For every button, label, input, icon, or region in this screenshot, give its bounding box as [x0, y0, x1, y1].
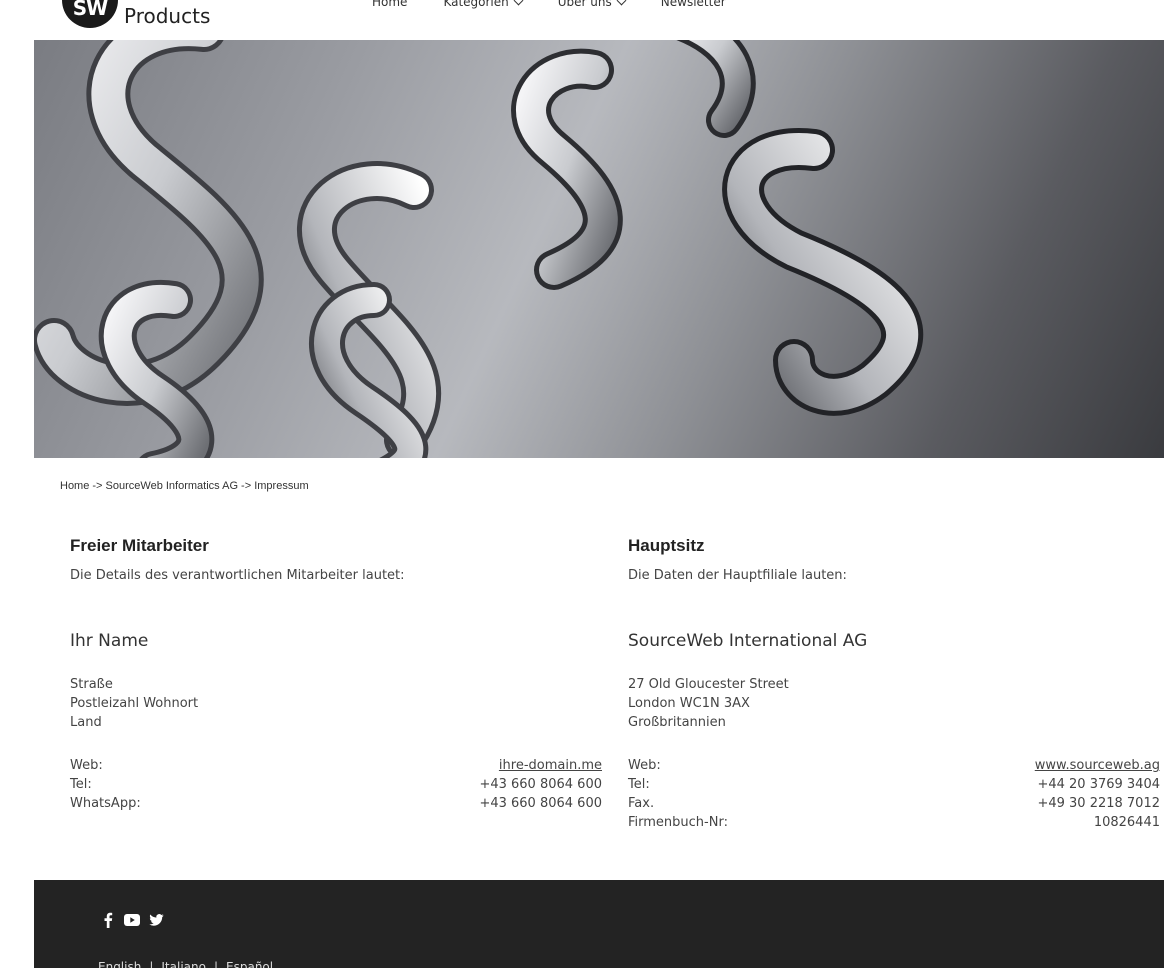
address-line: London WC1N 3AX [628, 696, 750, 711]
chevron-down-icon [616, 0, 627, 5]
logo[interactable]: SW [62, 0, 118, 28]
contact-freier-mitarbeiter: Freier Mitarbeiter Die Details des veran… [70, 536, 602, 813]
contact-details: Web: www.sourceweb.ag Tel: +44 20 3769 3… [628, 756, 1160, 832]
contact-row-whatsapp: WhatsApp: +43 660 8064 600 [70, 794, 602, 813]
row-value: +44 20 3769 3404 [1037, 777, 1160, 792]
row-label: Tel: [70, 777, 92, 792]
lang-italiano[interactable]: Italiano [161, 960, 206, 968]
address-line: 27 Old Gloucester Street [628, 677, 789, 692]
facebook-icon[interactable] [98, 910, 118, 930]
contact-row-fax: Fax. +49 30 2218 7012 [628, 794, 1160, 813]
nav-home-label: Home [372, 0, 408, 9]
youtube-icon[interactable] [122, 910, 142, 930]
contact-row-web: Web: ihre-domain.me [70, 756, 602, 775]
site-footer: English | Italiano | Español [34, 880, 1164, 968]
nav-ueber-uns-label: Über uns [557, 0, 612, 9]
row-label: WhatsApp: [70, 796, 141, 811]
row-value: +49 30 2218 7012 [1037, 796, 1160, 811]
logo-text[interactable]: Products [124, 4, 210, 28]
website-link[interactable]: www.sourceweb.ag [1035, 756, 1160, 775]
address-block: Straße Postleizahl Wohnort Land [70, 675, 602, 732]
row-label: Fax. [628, 796, 655, 811]
lang-english[interactable]: English [98, 960, 141, 968]
social-links [98, 910, 166, 930]
lang-separator: | [149, 960, 154, 968]
address-line: Großbritannien [628, 715, 726, 730]
address-line: Land [70, 715, 102, 730]
row-label: Firmenbuch-Nr: [628, 815, 728, 830]
website-link[interactable]: ihre-domain.me [499, 756, 602, 775]
company-name: SourceWeb International AG [628, 631, 868, 651]
address-block: 27 Old Gloucester Street London WC1N 3AX… [628, 675, 1160, 732]
hero-image [34, 40, 1164, 458]
contact-row-firmenbuch: Firmenbuch-Nr: 10826441 [628, 813, 1160, 832]
section-subtitle: Die Details des verantwortlichen Mitarbe… [70, 568, 405, 583]
section-title: Hauptsitz [628, 536, 705, 555]
address-line: Postleizahl Wohnort [70, 696, 199, 711]
address-line: Straße [70, 677, 113, 692]
contact-row-tel: Tel: +44 20 3769 3404 [628, 775, 1160, 794]
twitter-icon[interactable] [146, 910, 166, 930]
row-value: 10826441 [1093, 815, 1160, 830]
contact-name: Ihr Name [70, 631, 149, 651]
nav-kategorien-label: Kategorien [443, 0, 509, 9]
nav-ueber-uns[interactable]: Über uns [557, 0, 627, 9]
contact-row-tel: Tel: +43 660 8064 600 [70, 775, 602, 794]
lang-separator: | [213, 960, 219, 968]
contact-hauptsitz: Hauptsitz Die Daten der Hauptfiliale lau… [628, 536, 1160, 832]
contact-row-web: Web: www.sourceweb.ag [628, 756, 1160, 775]
nav-home[interactable]: Home [372, 0, 407, 9]
nav-newsletter[interactable]: Newsletter [661, 0, 726, 9]
chevron-down-icon [513, 0, 524, 5]
row-label: Web: [628, 758, 661, 773]
row-value: +43 660 8064 600 [479, 777, 602, 792]
lang-espanol[interactable]: Español [226, 960, 273, 968]
language-switcher: English | Italiano | Español [98, 960, 273, 968]
breadcrumb[interactable]: Home -> SourceWeb Informatics AG -> Impr… [60, 480, 309, 492]
contact-details: Web: ihre-domain.me Tel: +43 660 8064 60… [70, 756, 602, 813]
paragraph-symbols-illustration [34, 40, 924, 458]
nav-kategorien[interactable]: Kategorien [443, 0, 524, 9]
logo-initials: SW [72, 0, 108, 20]
section-subtitle: Die Daten der Hauptfiliale lauten: [628, 568, 847, 583]
row-label: Tel: [628, 777, 650, 792]
main-nav: Home Kategorien Über uns Newsletter [372, 0, 726, 9]
row-value: +43 660 8064 600 [479, 796, 602, 811]
row-label: Web: [70, 758, 103, 773]
section-title: Freier Mitarbeiter [70, 536, 209, 555]
site-header: SW Products Home Kategorien Über uns New… [0, 0, 1164, 40]
nav-newsletter-label: Newsletter [660, 0, 726, 9]
